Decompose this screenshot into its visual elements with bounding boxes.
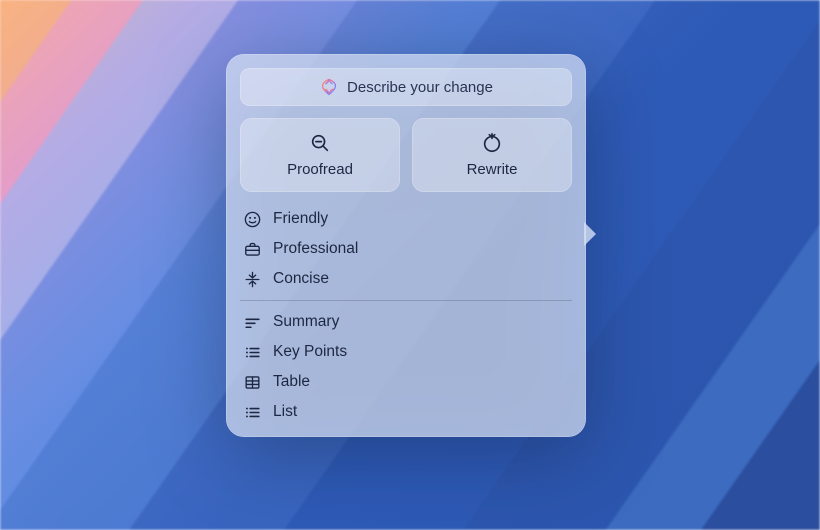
table-icon bbox=[242, 372, 262, 392]
option-professional[interactable]: Professional bbox=[240, 234, 572, 264]
concise-icon bbox=[242, 269, 262, 289]
option-keypoints-label: Key Points bbox=[273, 343, 347, 361]
bullet-list-icon bbox=[242, 342, 262, 362]
option-friendly-label: Friendly bbox=[273, 210, 328, 228]
tone-options: Friendly Professional bbox=[240, 204, 572, 294]
option-keypoints[interactable]: Key Points bbox=[240, 337, 572, 367]
popover-arrow bbox=[584, 222, 596, 246]
popover-panel: Describe your change Proofread bbox=[226, 54, 586, 437]
describe-change-input[interactable]: Describe your change bbox=[240, 68, 572, 106]
briefcase-icon bbox=[242, 239, 262, 259]
option-concise-label: Concise bbox=[273, 270, 329, 288]
apple-intelligence-icon bbox=[319, 77, 339, 97]
proofread-icon bbox=[309, 132, 331, 154]
option-concise[interactable]: Concise bbox=[240, 264, 572, 294]
rewrite-label: Rewrite bbox=[467, 161, 518, 178]
rewrite-icon bbox=[481, 132, 503, 154]
option-list[interactable]: List bbox=[240, 397, 572, 427]
describe-change-placeholder: Describe your change bbox=[347, 79, 493, 96]
option-list-label: List bbox=[273, 403, 297, 421]
list-icon bbox=[242, 402, 262, 422]
proofread-button[interactable]: Proofread bbox=[240, 118, 400, 192]
proofread-label: Proofread bbox=[287, 161, 353, 178]
option-summary[interactable]: Summary bbox=[240, 307, 572, 337]
option-summary-label: Summary bbox=[273, 313, 339, 331]
summary-icon bbox=[242, 312, 262, 332]
option-table-label: Table bbox=[273, 373, 310, 391]
option-friendly[interactable]: Friendly bbox=[240, 204, 572, 234]
format-options: Summary Key Points bbox=[240, 307, 572, 427]
primary-actions: Proofread Rewrite bbox=[240, 118, 572, 192]
smile-icon bbox=[242, 209, 262, 229]
rewrite-button[interactable]: Rewrite bbox=[412, 118, 572, 192]
option-professional-label: Professional bbox=[273, 240, 358, 258]
option-table[interactable]: Table bbox=[240, 367, 572, 397]
divider bbox=[240, 300, 572, 301]
writing-tools-popover: Describe your change Proofread bbox=[226, 54, 586, 437]
